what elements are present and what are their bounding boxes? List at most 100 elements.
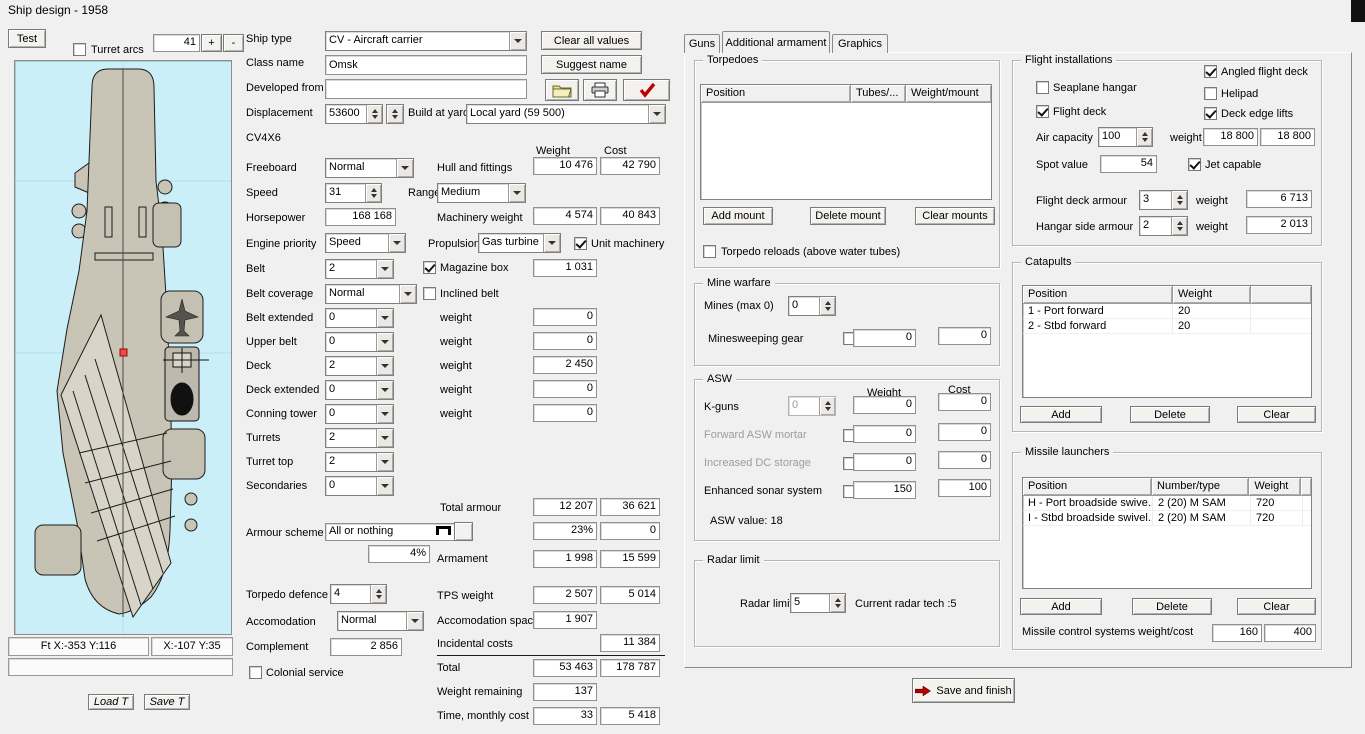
seaplane-hangar-checkbox[interactable] [1036, 81, 1049, 94]
chevron-down-icon[interactable] [376, 477, 393, 495]
chevron-down-icon[interactable] [543, 234, 560, 252]
spinner-arrows-icon[interactable] [365, 184, 381, 202]
tab-graphics[interactable]: Graphics [832, 34, 888, 53]
missiles-col-blank[interactable] [1301, 478, 1311, 496]
missiles-col-type[interactable]: Number/type [1152, 478, 1249, 496]
ship-type-select[interactable]: CV - Aircraft carrier [325, 31, 527, 51]
chevron-down-icon[interactable] [376, 309, 393, 327]
belt-extended-select[interactable]: 0 [325, 308, 394, 328]
deck-select[interactable]: 2 [325, 356, 394, 376]
missiles-col-position[interactable]: Position [1023, 478, 1152, 496]
range-select[interactable]: Medium [437, 183, 526, 203]
clear-mounts-button[interactable]: Clear mounts [915, 207, 995, 225]
chevron-down-icon[interactable] [376, 260, 393, 278]
radar-limit-spinner[interactable]: 5 [790, 593, 846, 613]
turret-top-select[interactable]: 2 [325, 452, 394, 472]
delete-mount-button[interactable]: Delete mount [810, 207, 886, 225]
load-template-button[interactable]: Load T [88, 694, 134, 710]
chevron-down-icon[interactable] [376, 405, 393, 423]
spinner-arrows-icon[interactable] [366, 105, 382, 123]
save-and-finish-button[interactable]: Save and finish [912, 678, 1015, 703]
deck-edge-lifts-checkbox[interactable] [1204, 107, 1217, 120]
catapults-col-weight[interactable]: Weight [1173, 286, 1251, 304]
table-row[interactable]: I - Stbd broadside swivel... 2 (20) M SA… [1023, 511, 1311, 526]
angled-flight-deck-checkbox[interactable] [1204, 65, 1217, 78]
chevron-down-icon[interactable] [376, 357, 393, 375]
missile-clear-button[interactable]: Clear [1237, 598, 1316, 615]
speed-spinner[interactable]: 31 [325, 183, 382, 203]
missile-delete-button[interactable]: Delete [1132, 598, 1212, 615]
torpedo-reloads-checkbox[interactable] [703, 245, 716, 258]
magazine-box-checkbox[interactable] [423, 261, 436, 274]
table-row[interactable]: 1 - Port forward 20 [1023, 304, 1311, 319]
helipad-checkbox[interactable] [1204, 87, 1217, 100]
catapults-table[interactable]: Position Weight 1 - Port forward 20 2 - … [1022, 285, 1312, 398]
engine-priority-select[interactable]: Speed [325, 233, 406, 253]
displacement-spinner[interactable]: 53600 [325, 104, 383, 124]
turret-arcs-checkbox[interactable] [73, 43, 86, 56]
chevron-down-icon[interactable] [406, 612, 423, 630]
suggest-name-button[interactable]: Suggest name [541, 55, 642, 74]
catapults-col-blank[interactable] [1251, 286, 1311, 304]
catapult-delete-button[interactable]: Delete [1130, 406, 1210, 423]
developed-from-input[interactable] [325, 79, 527, 99]
confirm-design-button[interactable] [623, 79, 670, 101]
ship-drawing-canvas[interactable] [14, 60, 232, 635]
print-button[interactable] [583, 79, 617, 101]
open-design-button[interactable] [545, 79, 579, 101]
catapult-add-button[interactable]: Add [1020, 406, 1102, 423]
chevron-down-icon[interactable] [509, 32, 526, 50]
clear-all-values-button[interactable]: Clear all values [541, 31, 642, 50]
tab-additional-armament[interactable]: Additional armament [722, 31, 830, 53]
flight-deck-checkbox[interactable] [1036, 105, 1049, 118]
catapults-col-position[interactable]: Position [1023, 286, 1173, 304]
torpedoes-col-tubes[interactable]: Tubes/... [851, 85, 906, 103]
missile-add-button[interactable]: Add [1020, 598, 1102, 615]
test-button[interactable]: Test [8, 29, 46, 48]
spinner-arrows-icon[interactable] [829, 594, 845, 612]
arc-plus-button[interactable]: + [201, 34, 222, 52]
spinner-arrows-icon[interactable] [819, 297, 835, 315]
torpedoes-col-weight[interactable]: Weight/mount [906, 85, 991, 103]
jet-capable-checkbox[interactable] [1188, 158, 1201, 171]
hangar-side-armour-spinner[interactable]: 2 [1139, 216, 1188, 236]
chevron-down-icon[interactable] [508, 184, 525, 202]
catapult-clear-button[interactable]: Clear [1237, 406, 1316, 423]
belt-select[interactable]: 2 [325, 259, 394, 279]
air-capacity-spinner[interactable]: 100 [1098, 127, 1153, 147]
spinner-arrows-icon[interactable] [1171, 191, 1187, 209]
flight-deck-armour-spinner[interactable]: 3 [1139, 190, 1188, 210]
inclined-belt-checkbox[interactable] [423, 287, 436, 300]
turret-arc-value-input[interactable]: 41 [153, 34, 200, 52]
turrets-select[interactable]: 2 [325, 428, 394, 448]
class-name-input[interactable]: Omsk [325, 55, 527, 75]
conning-tower-select[interactable]: 0 [325, 404, 394, 424]
torpedoes-col-position[interactable]: Position [701, 85, 851, 103]
armour-scheme-picker-button[interactable] [454, 522, 473, 541]
displacement-fine-spinner[interactable] [386, 104, 404, 124]
unit-machinery-checkbox[interactable] [574, 237, 587, 250]
chevron-down-icon[interactable] [376, 453, 393, 471]
spinner-arrows-icon[interactable] [1171, 217, 1187, 235]
spinner-arrows-icon[interactable] [370, 585, 386, 603]
chevron-down-icon[interactable] [376, 381, 393, 399]
spinner-arrows-icon[interactable] [387, 105, 403, 123]
arc-minus-button[interactable]: - [223, 34, 244, 52]
chevron-down-icon[interactable] [399, 285, 416, 303]
chevron-down-icon[interactable] [376, 429, 393, 447]
belt-coverage-select[interactable]: Normal [325, 284, 417, 304]
torpedo-defence-spinner[interactable]: 4 [330, 584, 387, 604]
mines-spinner[interactable]: 0 [788, 296, 836, 316]
freeboard-select[interactable]: Normal [325, 158, 414, 178]
propulsion-select[interactable]: Gas turbine [478, 233, 561, 253]
deck-extended-select[interactable]: 0 [325, 380, 394, 400]
table-row[interactable]: H - Port broadside swive... 2 (20) M SAM… [1023, 496, 1311, 511]
chevron-down-icon[interactable] [388, 234, 405, 252]
missile-launchers-table[interactable]: Position Number/type Weight H - Port bro… [1022, 477, 1312, 589]
build-at-yard-select[interactable]: Local yard (59 500) [466, 104, 666, 124]
table-row[interactable]: 2 - Stbd forward 20 [1023, 319, 1311, 334]
secondaries-select[interactable]: 0 [325, 476, 394, 496]
upper-belt-select[interactable]: 0 [325, 332, 394, 352]
tab-guns[interactable]: Guns [684, 34, 720, 53]
torpedoes-table[interactable]: Position Tubes/... Weight/mount [700, 84, 992, 200]
